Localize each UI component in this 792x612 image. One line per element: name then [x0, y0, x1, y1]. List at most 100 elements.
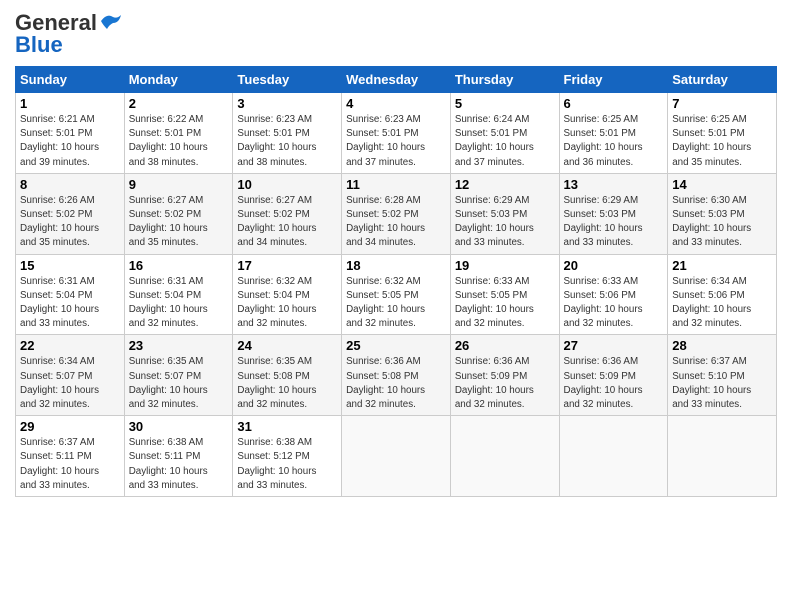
logo-bird-icon [99, 13, 121, 29]
week-row-4: 22 Sunrise: 6:34 AMSunset: 5:07 PMDayligh… [16, 335, 777, 416]
day-number: 7 [672, 96, 772, 111]
day-info: Sunrise: 6:33 AMSunset: 5:06 PMDaylight:… [564, 275, 664, 332]
day-number: 16 [129, 258, 229, 273]
day-info: Sunrise: 6:24 AMSunset: 5:01 PMDaylight:… [455, 113, 555, 170]
calendar-cell: 5 Sunrise: 6:24 AMSunset: 5:01 PMDaylight… [450, 93, 559, 174]
day-number: 29 [20, 419, 120, 434]
day-number: 18 [346, 258, 446, 273]
day-number: 11 [346, 177, 446, 192]
day-info: Sunrise: 6:30 AMSunset: 5:03 PMDaylight:… [672, 194, 772, 251]
calendar-cell: 30 Sunrise: 6:38 AMSunset: 5:11 PMDayligh… [124, 416, 233, 497]
day-number: 17 [237, 258, 337, 273]
day-info: Sunrise: 6:37 AMSunset: 5:11 PMDaylight:… [20, 436, 120, 493]
calendar-cell: 23 Sunrise: 6:35 AMSunset: 5:07 PMDayligh… [124, 335, 233, 416]
day-info: Sunrise: 6:38 AMSunset: 5:12 PMDaylight:… [237, 436, 337, 493]
calendar-cell: 2 Sunrise: 6:22 AMSunset: 5:01 PMDaylight… [124, 93, 233, 174]
day-info: Sunrise: 6:34 AMSunset: 5:06 PMDaylight:… [672, 275, 772, 332]
day-number: 30 [129, 419, 229, 434]
calendar-cell: 7 Sunrise: 6:25 AMSunset: 5:01 PMDaylight… [668, 93, 777, 174]
weekday-header-saturday: Saturday [668, 67, 777, 93]
day-info: Sunrise: 6:25 AMSunset: 5:01 PMDaylight:… [672, 113, 772, 170]
day-number: 9 [129, 177, 229, 192]
day-number: 12 [455, 177, 555, 192]
day-info: Sunrise: 6:33 AMSunset: 5:05 PMDaylight:… [455, 275, 555, 332]
calendar-cell: 8 Sunrise: 6:26 AMSunset: 5:02 PMDaylight… [16, 173, 125, 254]
day-number: 13 [564, 177, 664, 192]
calendar-cell: 28 Sunrise: 6:37 AMSunset: 5:10 PMDayligh… [668, 335, 777, 416]
calendar-cell: 21Sunrise: 6:34 AMSunset: 5:06 PMDayligh… [668, 254, 777, 335]
weekday-header-thursday: Thursday [450, 67, 559, 93]
calendar-cell [559, 416, 668, 497]
calendar-cell: 1 Sunrise: 6:21 AMSunset: 5:01 PMDaylight… [16, 93, 125, 174]
calendar-cell: 22 Sunrise: 6:34 AMSunset: 5:07 PMDayligh… [16, 335, 125, 416]
day-number: 6 [564, 96, 664, 111]
calendar-cell: 13 Sunrise: 6:29 AMSunset: 5:03 PMDayligh… [559, 173, 668, 254]
day-info: Sunrise: 6:23 AMSunset: 5:01 PMDaylight:… [346, 113, 446, 170]
day-number: 15 [20, 258, 120, 273]
week-row-1: 1 Sunrise: 6:21 AMSunset: 5:01 PMDaylight… [16, 93, 777, 174]
calendar-cell: 25 Sunrise: 6:36 AMSunset: 5:08 PMDayligh… [342, 335, 451, 416]
day-number: 3 [237, 96, 337, 111]
logo-blue: Blue [15, 32, 63, 58]
day-info: Sunrise: 6:29 AMSunset: 5:03 PMDaylight:… [564, 194, 664, 251]
calendar-cell: 24Sunrise: 6:35 AMSunset: 5:08 PMDayligh… [233, 335, 342, 416]
day-number: 31 [237, 419, 337, 434]
day-info: Sunrise: 6:31 AMSunset: 5:04 PMDaylight:… [129, 275, 229, 332]
day-info: Sunrise: 6:22 AMSunset: 5:01 PMDaylight:… [129, 113, 229, 170]
day-number: 1 [20, 96, 120, 111]
day-number: 2 [129, 96, 229, 111]
weekday-header-friday: Friday [559, 67, 668, 93]
day-number: 25 [346, 338, 446, 353]
day-info: Sunrise: 6:36 AMSunset: 5:08 PMDaylight:… [346, 355, 446, 412]
calendar-cell: 12 Sunrise: 6:29 AMSunset: 5:03 PMDayligh… [450, 173, 559, 254]
day-info: Sunrise: 6:38 AMSunset: 5:11 PMDaylight:… [129, 436, 229, 493]
day-number: 19 [455, 258, 555, 273]
day-info: Sunrise: 6:23 AMSunset: 5:01 PMDaylight:… [237, 113, 337, 170]
day-info: Sunrise: 6:35 AMSunset: 5:08 PMDaylight:… [237, 355, 337, 412]
weekday-header-monday: Monday [124, 67, 233, 93]
calendar-table: SundayMondayTuesdayWednesdayThursdayFrid… [15, 66, 777, 497]
calendar-cell [342, 416, 451, 497]
calendar-cell: 26 Sunrise: 6:36 AMSunset: 5:09 PMDayligh… [450, 335, 559, 416]
day-info: Sunrise: 6:35 AMSunset: 5:07 PMDaylight:… [129, 355, 229, 412]
day-number: 14 [672, 177, 772, 192]
day-number: 23 [129, 338, 229, 353]
day-info: Sunrise: 6:29 AMSunset: 5:03 PMDaylight:… [455, 194, 555, 251]
day-info: Sunrise: 6:26 AMSunset: 5:02 PMDaylight:… [20, 194, 120, 251]
calendar-cell: 14 Sunrise: 6:30 AMSunset: 5:03 PMDayligh… [668, 173, 777, 254]
calendar-cell: 19 Sunrise: 6:33 AMSunset: 5:05 PMDayligh… [450, 254, 559, 335]
calendar-cell: 29 Sunrise: 6:37 AMSunset: 5:11 PMDayligh… [16, 416, 125, 497]
day-info: Sunrise: 6:27 AMSunset: 5:02 PMDaylight:… [129, 194, 229, 251]
calendar-cell: 31 Sunrise: 6:38 AMSunset: 5:12 PMDayligh… [233, 416, 342, 497]
day-info: Sunrise: 6:32 AMSunset: 5:04 PMDaylight:… [237, 275, 337, 332]
calendar-container: General Blue SundayMondayTuesdayWednesda… [0, 0, 792, 507]
day-info: Sunrise: 6:27 AMSunset: 5:02 PMDaylight:… [237, 194, 337, 251]
calendar-cell: 27Sunrise: 6:36 AMSunset: 5:09 PMDayligh… [559, 335, 668, 416]
day-info: Sunrise: 6:21 AMSunset: 5:01 PMDaylight:… [20, 113, 120, 170]
calendar-cell [668, 416, 777, 497]
calendar-cell: 16 Sunrise: 6:31 AMSunset: 5:04 PMDayligh… [124, 254, 233, 335]
day-info: Sunrise: 6:34 AMSunset: 5:07 PMDaylight:… [20, 355, 120, 412]
day-number: 28 [672, 338, 772, 353]
weekday-header-wednesday: Wednesday [342, 67, 451, 93]
weekday-header-sunday: Sunday [16, 67, 125, 93]
header: General Blue [15, 10, 777, 58]
calendar-cell: 4Sunrise: 6:23 AMSunset: 5:01 PMDaylight… [342, 93, 451, 174]
calendar-cell: 9 Sunrise: 6:27 AMSunset: 5:02 PMDaylight… [124, 173, 233, 254]
day-number: 26 [455, 338, 555, 353]
week-row-2: 8 Sunrise: 6:26 AMSunset: 5:02 PMDaylight… [16, 173, 777, 254]
calendar-cell: 18 Sunrise: 6:32 AMSunset: 5:05 PMDayligh… [342, 254, 451, 335]
day-info: Sunrise: 6:36 AMSunset: 5:09 PMDaylight:… [455, 355, 555, 412]
day-info: Sunrise: 6:32 AMSunset: 5:05 PMDaylight:… [346, 275, 446, 332]
calendar-cell: 17 Sunrise: 6:32 AMSunset: 5:04 PMDayligh… [233, 254, 342, 335]
day-number: 8 [20, 177, 120, 192]
day-number: 22 [20, 338, 120, 353]
week-row-3: 15 Sunrise: 6:31 AMSunset: 5:04 PMDayligh… [16, 254, 777, 335]
week-row-5: 29 Sunrise: 6:37 AMSunset: 5:11 PMDayligh… [16, 416, 777, 497]
day-info: Sunrise: 6:37 AMSunset: 5:10 PMDaylight:… [672, 355, 772, 412]
calendar-cell: 11Sunrise: 6:28 AMSunset: 5:02 PMDayligh… [342, 173, 451, 254]
day-number: 5 [455, 96, 555, 111]
calendar-cell [450, 416, 559, 497]
calendar-cell: 6Sunrise: 6:25 AMSunset: 5:01 PMDaylight… [559, 93, 668, 174]
calendar-cell: 3 Sunrise: 6:23 AMSunset: 5:01 PMDaylight… [233, 93, 342, 174]
